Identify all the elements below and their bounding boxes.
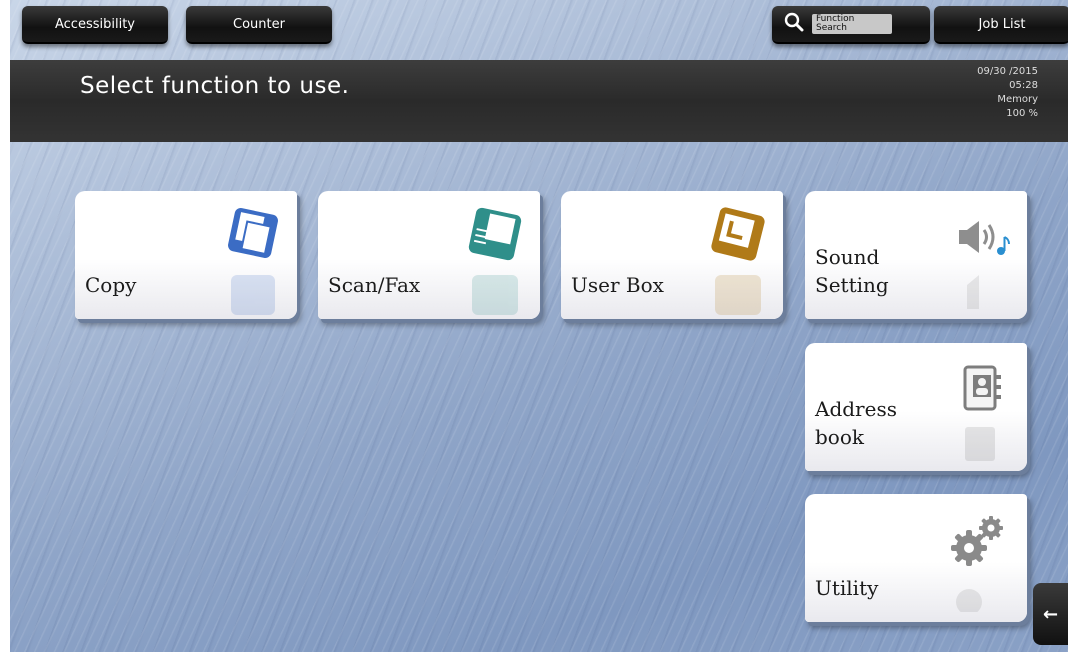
scan-fax-label: Scan/Fax: [328, 273, 421, 297]
job-list-label: Job List: [978, 16, 1026, 32]
time-readout: 05:28: [1009, 80, 1038, 91]
address-book-icon: [959, 361, 1005, 419]
copy-icon-reflection: [223, 271, 283, 315]
job-list-button[interactable]: Job List: [934, 6, 1068, 44]
status-panel: 09/30 /2015 05:28 Memory 100 %: [977, 65, 1038, 121]
scan-fax-tile[interactable]: Scan/Fax: [318, 191, 540, 319]
utility-label: Utility: [815, 576, 879, 600]
address-book-icon-reflection: [959, 423, 1005, 461]
memory-label: Memory: [997, 94, 1038, 105]
top-bar: Accessibility Counter Function Search Jo…: [10, 0, 1068, 60]
address-book-label: Address book: [815, 397, 897, 449]
function-search-label: Function Search: [812, 14, 892, 34]
copy-tile[interactable]: Copy: [75, 191, 297, 319]
arrow-left-icon: ←: [1042, 603, 1059, 625]
user-box-tile[interactable]: User Box: [561, 191, 783, 319]
user-box-label: User Box: [571, 273, 664, 297]
date-readout: 09/30 /2015: [977, 66, 1038, 77]
gear-icon: [947, 512, 1007, 576]
main-screen: Accessibility Counter Function Search Jo…: [10, 0, 1068, 652]
memory-value: 100 %: [1006, 108, 1038, 119]
gear-icon-reflection: [947, 574, 1007, 615]
utility-tile[interactable]: Utility: [805, 494, 1027, 622]
user-box-icon-reflection: [707, 271, 769, 315]
speaker-icon-reflection: [955, 271, 1013, 309]
search-icon: [784, 12, 804, 37]
function-search-button[interactable]: Function Search: [772, 6, 930, 44]
speaker-icon: [955, 213, 1013, 265]
sound-setting-label: Sound Setting: [815, 245, 889, 297]
side-panel-tab[interactable]: ←: [1033, 583, 1068, 645]
counter-button[interactable]: Counter: [186, 6, 332, 44]
instruction-message: Select function to use.: [80, 73, 350, 99]
copy-icon: [223, 203, 283, 267]
address-book-tile[interactable]: Address book: [805, 343, 1027, 471]
scan-fax-icon: [464, 203, 526, 269]
sound-setting-tile[interactable]: Sound Setting: [805, 191, 1027, 319]
scan-fax-icon-reflection: [464, 271, 526, 315]
counter-label: Counter: [233, 16, 285, 32]
user-box-icon: [707, 203, 769, 269]
accessibility-button[interactable]: Accessibility: [22, 6, 168, 44]
accessibility-label: Accessibility: [55, 16, 135, 32]
copy-label: Copy: [85, 273, 137, 297]
message-bar: Select function to use. 09/30 /2015 05:2…: [10, 60, 1068, 142]
